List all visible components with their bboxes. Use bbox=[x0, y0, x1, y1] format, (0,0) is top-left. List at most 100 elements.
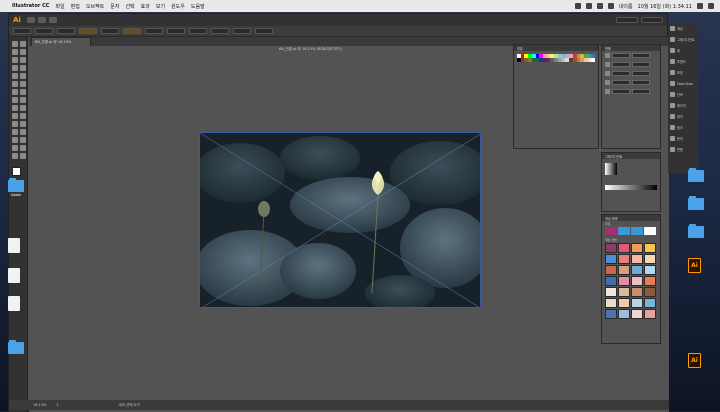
dock-item[interactable]: 변형 bbox=[668, 144, 698, 155]
library-swatch[interactable] bbox=[631, 298, 643, 308]
artboard-lotus-image[interactable] bbox=[199, 132, 481, 308]
library-swatch[interactable] bbox=[644, 265, 656, 275]
scale-icon[interactable] bbox=[605, 89, 610, 94]
search-icon[interactable] bbox=[697, 3, 703, 9]
tool-6-icon[interactable] bbox=[20, 57, 26, 63]
reference-point-icon[interactable] bbox=[605, 53, 610, 58]
control-field-5[interactable] bbox=[101, 28, 119, 34]
tool-24-icon[interactable] bbox=[20, 129, 26, 135]
menubar-clock[interactable]: 10월 16일 (화) 1:34:11 bbox=[638, 3, 692, 10]
tool-30-icon[interactable] bbox=[20, 153, 26, 159]
menu-help[interactable]: 도움말 bbox=[191, 3, 205, 10]
corner-field-3[interactable] bbox=[612, 89, 630, 94]
tool-4-icon[interactable] bbox=[20, 49, 26, 55]
library-swatch[interactable] bbox=[605, 265, 617, 275]
bridge-icon[interactable] bbox=[26, 17, 35, 23]
w-field[interactable] bbox=[632, 53, 650, 58]
tool-20-icon[interactable] bbox=[20, 113, 26, 119]
library-swatch[interactable] bbox=[605, 276, 617, 286]
theme-swatch[interactable] bbox=[644, 227, 656, 235]
app-name-menu[interactable]: Illustrator CC bbox=[12, 3, 49, 9]
library-swatch[interactable] bbox=[644, 254, 656, 264]
gradient-thumbnail[interactable] bbox=[605, 163, 617, 175]
tool-13-icon[interactable] bbox=[12, 89, 18, 95]
tool-12-icon[interactable] bbox=[20, 81, 26, 87]
desktop-icon[interactable] bbox=[8, 296, 20, 311]
tool-14-icon[interactable] bbox=[20, 89, 26, 95]
tool-21-icon[interactable] bbox=[12, 121, 18, 127]
desktop-icon[interactable] bbox=[688, 224, 704, 238]
menu-object[interactable]: 오브젝트 bbox=[86, 3, 104, 10]
tool-28-icon[interactable] bbox=[20, 145, 26, 151]
link-icon[interactable] bbox=[605, 62, 610, 67]
artboard-number[interactable]: 1 bbox=[56, 403, 58, 407]
dock-item[interactable]: 그레이디언트 bbox=[668, 34, 698, 45]
control-field-11[interactable] bbox=[233, 28, 251, 34]
control-field-9[interactable] bbox=[189, 28, 207, 34]
control-field-fill[interactable] bbox=[79, 28, 97, 34]
library-swatch[interactable] bbox=[631, 276, 643, 286]
library-swatch[interactable] bbox=[631, 243, 643, 253]
library-swatch[interactable] bbox=[618, 298, 630, 308]
desktop-icon[interactable] bbox=[688, 196, 704, 210]
menubar-user[interactable]: 내이름 bbox=[619, 3, 633, 10]
dock-item[interactable]: 투명도 bbox=[668, 56, 698, 67]
tool-8-icon[interactable] bbox=[20, 65, 26, 71]
tool-18-icon[interactable] bbox=[20, 105, 26, 111]
fill-stroke-icon[interactable] bbox=[12, 167, 21, 176]
desktop-icon[interactable]: Adobe bbox=[8, 178, 24, 197]
h-field[interactable] bbox=[632, 62, 650, 67]
desktop-icon[interactable] bbox=[8, 238, 20, 253]
volume-icon[interactable] bbox=[607, 3, 614, 9]
stock-search-input[interactable] bbox=[641, 17, 663, 23]
y-field[interactable] bbox=[612, 62, 630, 67]
control-field-2[interactable] bbox=[35, 28, 53, 34]
tool-22-icon[interactable] bbox=[20, 121, 26, 127]
library-swatch[interactable] bbox=[644, 287, 656, 297]
tool-9-icon[interactable] bbox=[12, 73, 18, 79]
library-swatch[interactable] bbox=[644, 276, 656, 286]
dock-item[interactable]: 대지 bbox=[668, 111, 698, 122]
dock-item[interactable]: 모양 bbox=[668, 67, 698, 78]
library-swatch[interactable] bbox=[618, 254, 630, 264]
tool-1-icon[interactable] bbox=[12, 41, 18, 47]
library-swatch[interactable] bbox=[644, 298, 656, 308]
document-tab[interactable]: 6N_연꽃.ai @ 16.13% bbox=[31, 37, 91, 46]
tool-11-icon[interactable] bbox=[12, 81, 18, 87]
tool-23-icon[interactable] bbox=[12, 129, 18, 135]
library-swatch[interactable] bbox=[605, 287, 617, 297]
theme-swatch[interactable] bbox=[618, 227, 630, 235]
menu-type[interactable]: 문자 bbox=[110, 3, 119, 10]
control-field-12[interactable] bbox=[255, 28, 273, 34]
tool-16-icon[interactable] bbox=[20, 97, 26, 103]
workspace-switcher[interactable] bbox=[616, 17, 638, 23]
dock-item[interactable]: OpenType bbox=[668, 78, 698, 89]
control-field-1[interactable] bbox=[13, 28, 31, 34]
library-swatch[interactable] bbox=[605, 298, 617, 308]
corner-field-4[interactable] bbox=[632, 89, 650, 94]
corner-field-1[interactable] bbox=[612, 80, 630, 85]
shear-field[interactable] bbox=[632, 71, 650, 76]
stock-icon[interactable] bbox=[37, 17, 46, 23]
corner-icon[interactable] bbox=[605, 80, 610, 85]
library-swatch[interactable] bbox=[644, 309, 656, 319]
zoom-level[interactable]: 16.13% bbox=[33, 403, 46, 407]
desktop-icon[interactable]: Ai bbox=[688, 258, 701, 273]
dock-item[interactable]: 단락 bbox=[668, 89, 698, 100]
tool-26-icon[interactable] bbox=[20, 137, 26, 143]
tool-15-icon[interactable] bbox=[12, 97, 18, 103]
library-swatch[interactable] bbox=[631, 287, 643, 297]
rotate-icon[interactable] bbox=[605, 71, 610, 76]
tool-5-icon[interactable] bbox=[12, 57, 18, 63]
tool-17-icon[interactable] bbox=[12, 105, 18, 111]
tool-3-icon[interactable] bbox=[12, 49, 18, 55]
dock-item[interactable]: 문자 bbox=[668, 133, 698, 144]
tool-25-icon[interactable] bbox=[12, 137, 18, 143]
menu-select[interactable]: 선택 bbox=[125, 3, 134, 10]
library-swatch[interactable] bbox=[605, 243, 617, 253]
library-swatch[interactable] bbox=[618, 287, 630, 297]
desktop-icon[interactable] bbox=[688, 168, 704, 182]
tool-7-icon[interactable] bbox=[12, 65, 18, 71]
control-field-3[interactable] bbox=[57, 28, 75, 34]
tool-29-icon[interactable] bbox=[12, 153, 18, 159]
